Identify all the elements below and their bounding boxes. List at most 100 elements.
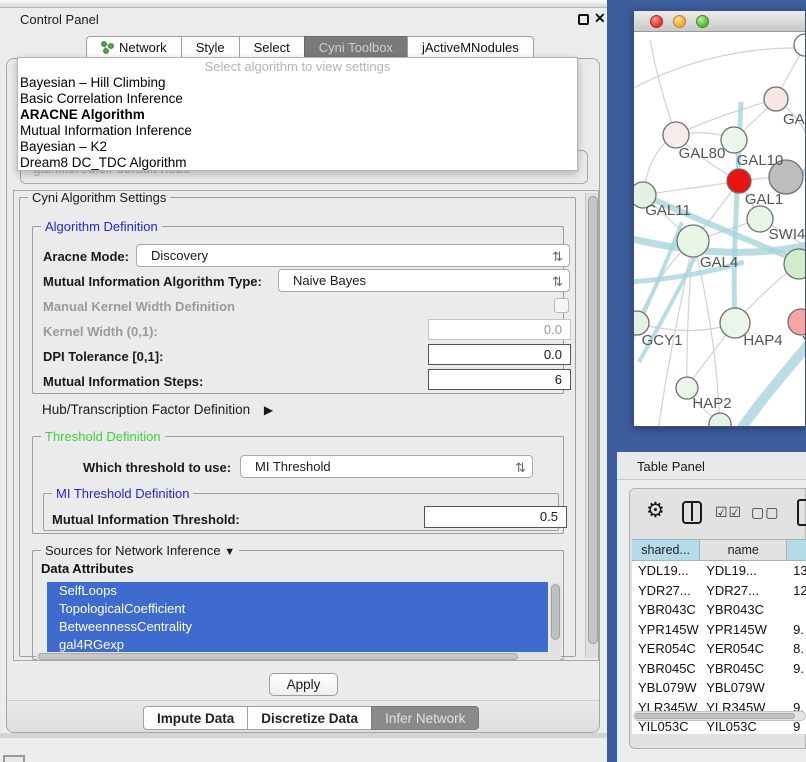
mi-threshold-group: MI Threshold Definition Mutual Informati…: [43, 493, 559, 531]
settings-hscroll-thumb[interactable]: [38, 653, 518, 660]
settings-horizontal-scrollbar[interactable]: [36, 652, 561, 661]
tab-style[interactable]: Style: [181, 36, 239, 59]
node-table: shared...name YDL19...YDL19...13YDR27...…: [632, 539, 806, 734]
network-icon: [101, 41, 114, 54]
node-label-GAL1: GAL1: [745, 191, 783, 208]
column-header-shared...[interactable]: shared...: [632, 539, 700, 561]
table-cell: YBR043C: [632, 600, 700, 620]
attribute-item[interactable]: TopologicalCoefficient: [47, 600, 548, 618]
mi-threshold-field[interactable]: 0.5: [424, 506, 567, 528]
network-window-titlebar[interactable]: [634, 11, 805, 32]
mi-threshold-label: Mutual Information Threshold:: [52, 512, 240, 527]
tab-network[interactable]: Network: [86, 36, 181, 59]
network-edge[interactable]: [634, 48, 794, 92]
bottom-tab-impute-data[interactable]: Impute Data: [143, 706, 247, 730]
cyni-settings-group-title: Cyni Algorithm Settings: [28, 190, 170, 205]
hub-definition-expander[interactable]: Hub/Transcription Factor Definition ▶: [42, 402, 273, 417]
mi-steps-field[interactable]: 6: [428, 369, 571, 390]
table-cell: 12: [787, 581, 806, 601]
float-panel-icon[interactable]: [578, 14, 589, 25]
minimized-panel-icon[interactable]: [3, 755, 25, 762]
sources-group-title[interactable]: Sources for Network Inference ▼: [41, 543, 239, 558]
table-panel-titlebar: Table Panel: [617, 452, 806, 480]
dpi-tolerance-label: DPI Tolerance [0,1]:: [43, 349, 163, 364]
tab-select[interactable]: Select: [239, 36, 304, 59]
table-row[interactable]: YBR045CYBR045C9.: [632, 659, 806, 679]
gear-icon[interactable]: ⚙: [646, 498, 665, 523]
table-cell: YBL079W: [700, 678, 787, 698]
network-node-bottom-node[interactable]: [709, 413, 731, 426]
bottom-tab-discretize-data[interactable]: Discretize Data: [247, 706, 371, 730]
close-panel-icon[interactable]: ✕: [594, 10, 606, 27]
table-panel: Table Panel ⚙ ☑☑ ▢▢ shared...name YDL19.…: [617, 452, 806, 762]
attributes-scrollbar-thumb[interactable]: [551, 584, 560, 640]
close-traffic-light[interactable]: [650, 15, 663, 28]
tab-label: Cyni Toolbox: [319, 40, 393, 55]
table-row[interactable]: YDR27...YDR27...12: [632, 581, 806, 601]
document-icon[interactable]: [797, 499, 806, 526]
attribute-item[interactable]: SelfLoops: [47, 582, 548, 600]
network-canvas[interactable]: GALGAL80GAL10GAL1GAL11SWI4GAL4GCY1HAP4YH…: [634, 32, 805, 426]
table-cell: YPR145W: [632, 620, 700, 640]
network-node-top-circle[interactable]: [794, 34, 805, 56]
table-cell: [787, 600, 806, 620]
table-row[interactable]: YBL079WYBL079W: [632, 678, 806, 698]
algorithm-option[interactable]: Basic Correlation Inference: [18, 91, 577, 107]
table-cell: 9.: [787, 620, 806, 640]
which-threshold-label: Which threshold to use:: [83, 460, 231, 475]
dpi-tolerance-field[interactable]: 0.0: [428, 344, 571, 365]
network-edge[interactable]: [643, 181, 739, 195]
settings-vertical-scrollbar[interactable]: [585, 193, 598, 658]
table-horizontal-scrollbar[interactable]: [633, 711, 806, 721]
table-cell: YER054C: [632, 639, 700, 659]
network-node-GAL4[interactable]: [677, 225, 709, 257]
table-row[interactable]: YBR043CYBR043C: [632, 600, 806, 620]
which-threshold-value: MI Threshold: [255, 459, 331, 474]
network-edge[interactable]: [650, 40, 676, 135]
combo-stepper-icon: ⇅: [515, 457, 526, 478]
table-cell: YDR27...: [632, 581, 700, 601]
settings-vscroll-thumb[interactable]: [588, 196, 598, 644]
attributes-scrollbar[interactable]: [550, 582, 561, 656]
algorithm-definition-title: Algorithm Definition: [41, 219, 162, 234]
attribute-item[interactable]: BetweennessCentrality: [47, 618, 548, 636]
zoom-traffic-light[interactable]: [696, 15, 709, 28]
tab-cyni-toolbox[interactable]: Cyni Toolbox: [304, 36, 407, 59]
column-header-partial[interactable]: [787, 539, 806, 561]
algorithm-option[interactable]: Mutual Information Inference: [18, 123, 577, 139]
table-panel-title: Table Panel: [637, 459, 705, 474]
bottom-tab-infer-network[interactable]: Infer Network: [371, 706, 479, 730]
node-label-GAL80: GAL80: [679, 145, 726, 162]
algorithm-option[interactable]: Bayesian – Hill Climbing: [18, 75, 577, 91]
deselect-all-icon[interactable]: ▢▢: [751, 504, 779, 521]
columns-icon[interactable]: [682, 501, 702, 524]
table-cell: YBR043C: [700, 600, 787, 620]
minimize-traffic-light[interactable]: [673, 15, 686, 28]
which-threshold-select[interactable]: MI Threshold ⇅: [240, 455, 533, 478]
algorithm-option[interactable]: ARACNE Algorithm: [18, 107, 577, 123]
data-attributes-list[interactable]: SelfLoopsTopologicalCoefficientBetweenne…: [47, 582, 548, 658]
mi-threshold-group-title: MI Threshold Definition: [52, 486, 193, 501]
select-all-icon[interactable]: ☑☑: [715, 504, 742, 521]
table-row[interactable]: YER054CYER054C8.: [632, 639, 806, 659]
network-node-pink-right[interactable]: [788, 309, 805, 335]
network-node-gal-partial[interactable]: [764, 87, 788, 111]
tab-jactivemnodules[interactable]: jActiveMNodules: [407, 36, 534, 59]
manual-kernel-checkbox[interactable]: [554, 298, 569, 313]
network-node-GAL1[interactable]: [727, 169, 751, 193]
combo-stepper-icon: ⇅: [552, 271, 563, 292]
table-cell: 8.: [787, 639, 806, 659]
column-header-name[interactable]: name: [700, 539, 787, 561]
table-hscroll-thumb[interactable]: [635, 713, 795, 719]
algorithm-option[interactable]: Dream8 DC_TDC Algorithm: [18, 155, 577, 171]
table-row[interactable]: YPR145WYPR145W9.: [632, 620, 806, 640]
table-window: ⚙ ☑☑ ▢▢ shared...name YDL19...YDL19...13…: [629, 488, 806, 749]
table-header-row: shared...name: [632, 539, 806, 561]
mi-type-select[interactable]: Naive Bayes ⇅: [278, 269, 570, 292]
algorithm-option[interactable]: Bayesian – K2: [18, 139, 577, 155]
expander-arrow-icon: ▶: [264, 403, 273, 417]
table-row[interactable]: YDL19...YDL19...13: [632, 561, 806, 581]
node-label-HAP4: HAP4: [743, 332, 782, 349]
aracne-mode-select[interactable]: Discovery ⇅: [136, 244, 570, 267]
apply-button[interactable]: Apply: [269, 673, 338, 696]
